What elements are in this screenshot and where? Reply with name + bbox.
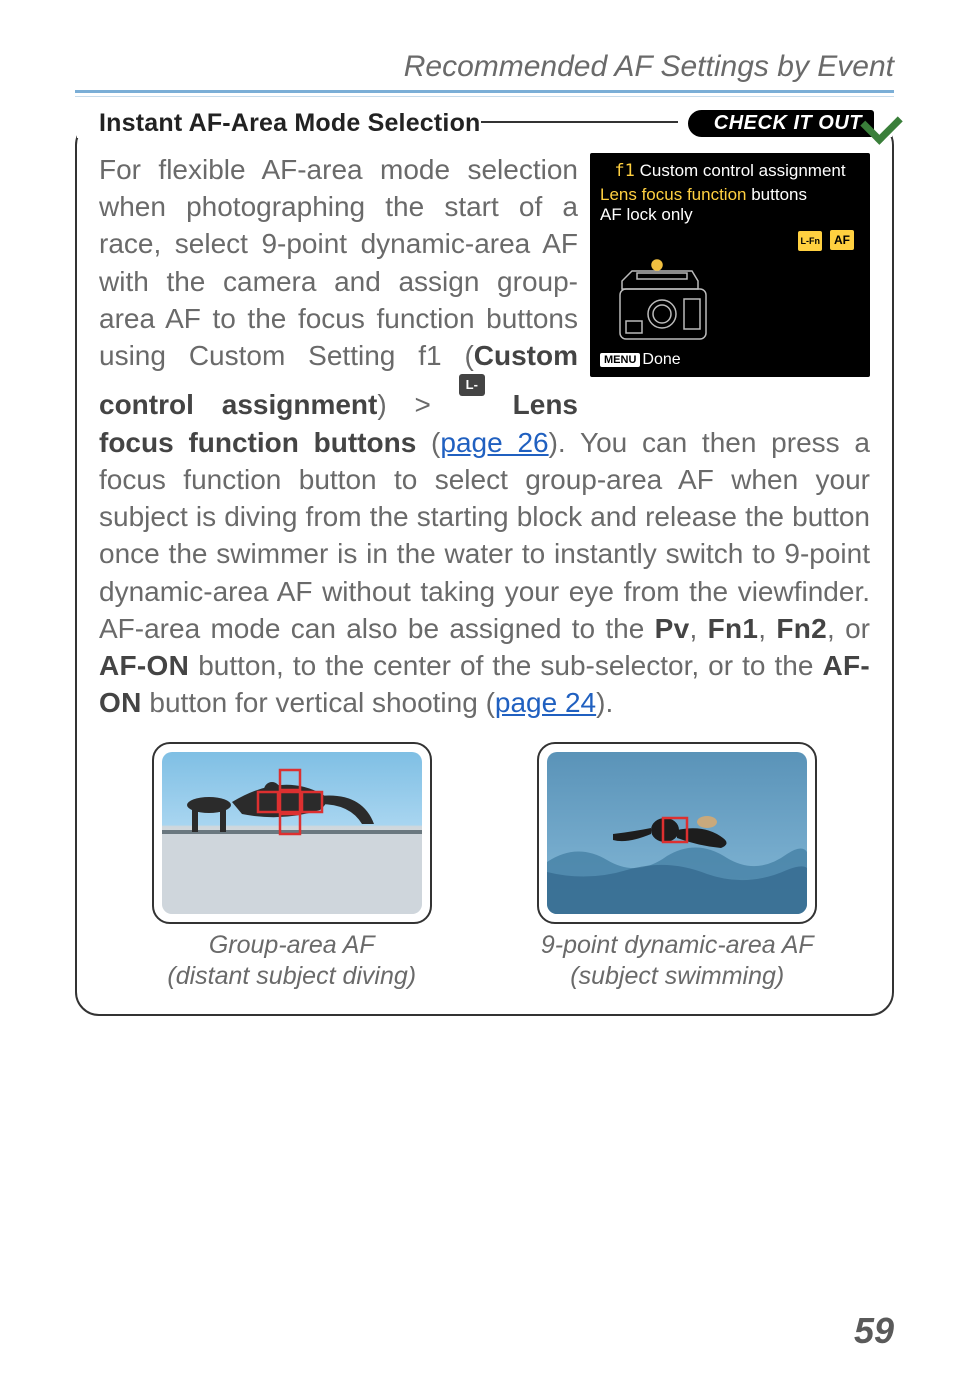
body-p1a: For flexible AF-area mode selection when… [99, 154, 578, 371]
body-p1h: button for vertical shooting ( [142, 687, 495, 718]
figure-left: Group-area AF (distant subject diving) [152, 742, 432, 993]
sep1: , [689, 613, 707, 644]
figure-left-caption: Group-area AF (distant subject diving) [152, 930, 432, 993]
body-p1f: ). You can then press a focus function b… [99, 427, 870, 644]
figure-right-caption: 9-point dynamic-area AF (subject swimmin… [537, 930, 817, 993]
figure-left-image [162, 752, 422, 914]
fig-right-line2: (subject swimming) [570, 962, 784, 990]
body-p1g: button, to the center of the sub-selecto… [189, 650, 822, 681]
fig-left-line1: Group-area AF [209, 931, 375, 959]
screen-tag: f1 [614, 161, 634, 181]
screen-done-row: MENUDone [600, 351, 860, 369]
page-number: 59 [854, 1310, 894, 1352]
screen-line-2: Lens focus function buttons [600, 185, 860, 205]
screen-title: Custom control assignment [640, 161, 846, 180]
body-p1i: ). [596, 687, 613, 718]
callout-box: Instant AF-Area Mode Selection CHECK IT … [75, 121, 894, 1016]
running-header: Recommended AF Settings by Event [75, 50, 894, 93]
figure-right-image [547, 752, 807, 914]
lfn-icon: L-Fn [798, 231, 822, 251]
lfn-inline-icon: L-Fn [459, 374, 485, 396]
figure-left-frame [152, 742, 432, 924]
btn-pv: Pv [655, 613, 690, 644]
btn-fn1: Fn1 [708, 613, 759, 644]
screen-line2-highlight: Lens focus function [600, 185, 746, 204]
camera-menu-screenshot: f1 Custom control assignment Lens focus … [590, 153, 870, 377]
screen-line2-rest: buttons [751, 185, 807, 204]
btn-afon: AF-ON [99, 650, 189, 681]
title-rule [481, 123, 678, 125]
screen-icons-row: L-Fn AF [600, 225, 860, 255]
header-title: Recommended AF Settings by Event [404, 50, 894, 83]
figure-right-frame [537, 742, 817, 924]
body-p1e: ( [416, 427, 440, 458]
screen-line-3: AF lock only [600, 205, 860, 225]
link-page-26[interactable]: page 26 [440, 427, 548, 458]
figure-row: Group-area AF (distant subject diving) [99, 742, 870, 993]
sep3: , or [827, 613, 870, 644]
fig-right-line1: 9-point dynamic-area AF [541, 931, 814, 959]
af-icon: AF [830, 230, 854, 250]
fig-left-line2: (distant subject diving) [167, 962, 416, 990]
figure-right: 9-point dynamic-area AF (subject swimmin… [537, 742, 817, 993]
camera-outline-diagram [600, 255, 860, 351]
screen-title-row: f1 Custom control assignment [600, 161, 860, 181]
done-text: Done [642, 351, 680, 368]
menu-label-box: MENU [600, 353, 640, 367]
sep2: , [758, 613, 776, 644]
body-p1c: ) > [377, 389, 458, 420]
link-page-24[interactable]: page 24 [495, 687, 596, 718]
btn-fn2: Fn2 [776, 613, 827, 644]
